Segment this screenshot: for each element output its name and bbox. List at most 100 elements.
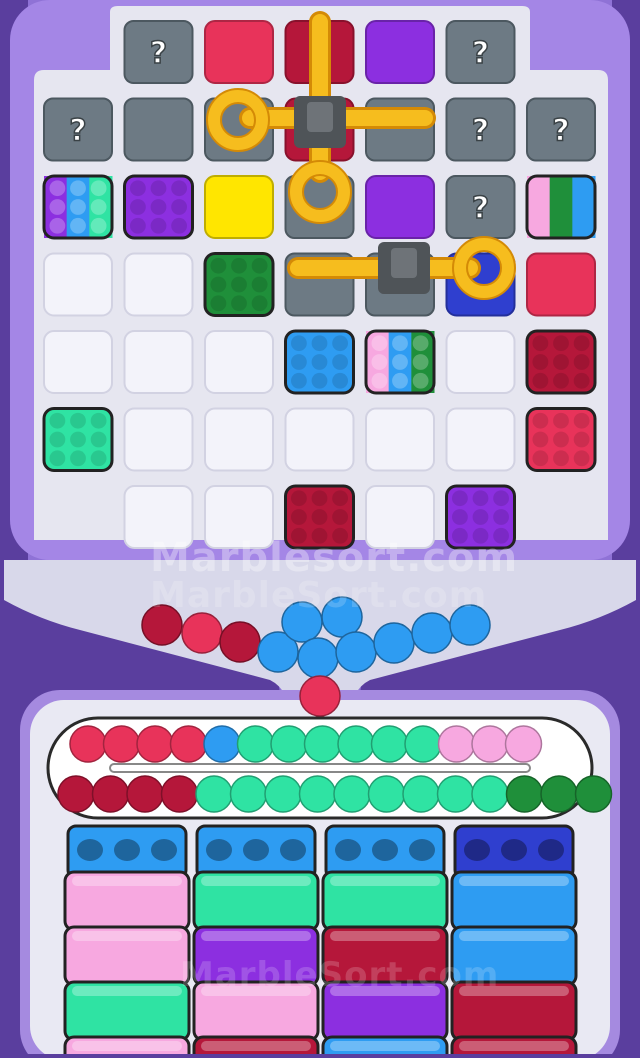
- tile-hidden-r0c1[interactable]: ?: [123, 20, 194, 84]
- tile-multi-pink-blue-green-r4c4[interactable]: [364, 329, 436, 395]
- tile-marble: [291, 490, 307, 507]
- tile-purple-box-r6c5[interactable]: [445, 484, 516, 550]
- tile-marble: [130, 217, 146, 234]
- container-hole: [280, 839, 306, 861]
- tile-multi-purple-blue-teal-r2c0[interactable]: [42, 174, 114, 240]
- container-hole: [464, 839, 490, 861]
- conveyor-marble-red: [69, 725, 107, 763]
- tile-marble: [231, 257, 247, 274]
- tile-teal-box-r5c0[interactable]: [42, 407, 114, 472]
- tile-marble: [90, 450, 107, 467]
- conveyor-marble-teal: [264, 775, 302, 813]
- tile-marble: [90, 180, 107, 197]
- tile-hidden-r1c5[interactable]: ?: [445, 97, 516, 162]
- tile-marble: [573, 431, 590, 448]
- red-block[interactable]: [526, 252, 596, 317]
- tile-red-plain-r0c2[interactable]: [204, 20, 274, 84]
- tile-hidden-r0c5[interactable]: ?: [445, 20, 516, 84]
- tile-yellow-plain-r2c2[interactable]: [204, 175, 274, 239]
- tile-marble: [573, 354, 590, 370]
- tile-marble: [452, 490, 468, 507]
- container-highlight: [72, 986, 182, 996]
- tile-marble: [70, 217, 86, 234]
- tile-marble: [291, 354, 307, 370]
- container-highlight: [201, 1041, 311, 1051]
- yellow-block[interactable]: [204, 175, 274, 239]
- conveyor-marble-green: [540, 775, 578, 813]
- conveyor-marble-teal: [337, 725, 375, 763]
- tile-red-box-r5c6[interactable]: [525, 407, 597, 472]
- container-column-3[interactable]: [321, 824, 449, 1058]
- tile-marble: [49, 199, 66, 215]
- tile-marble: [130, 180, 146, 197]
- tile-purple-plain-r0c4[interactable]: [365, 20, 435, 84]
- conveyor-marble-teal: [333, 775, 371, 813]
- tile-marble: [553, 354, 569, 370]
- tile-marble: [171, 217, 187, 234]
- tile-hidden-r1c6[interactable]: ?: [526, 97, 596, 162]
- tile-marble: [332, 372, 348, 389]
- tile-marble: [553, 372, 569, 389]
- container-column-1[interactable]: [63, 824, 191, 1058]
- container-hole: [151, 839, 177, 861]
- tile-hidden-r2c5[interactable]: ?: [445, 175, 516, 239]
- tile-empty-r4c2: [204, 330, 274, 394]
- purple-block[interactable]: [365, 20, 435, 84]
- tile-multi-pink-green-blue-r2c6[interactable]: [525, 174, 597, 240]
- pin-anchor-0: [294, 96, 346, 148]
- tile-marble: [573, 335, 590, 352]
- gray-plain-block[interactable]: [123, 97, 194, 162]
- empty-slot: [204, 485, 274, 549]
- game-scene: ??????: [0, 0, 640, 1058]
- container-highlight: [330, 931, 440, 941]
- container-highlight: [459, 1041, 569, 1051]
- tile-marble: [150, 180, 167, 197]
- container-highlight: [72, 876, 182, 886]
- hopper-marble-blue: [373, 622, 415, 664]
- conveyor-marble-teal: [270, 725, 308, 763]
- tile-purple-plain-r2c4[interactable]: [365, 175, 435, 239]
- container-column-4[interactable]: [450, 824, 578, 1058]
- container-highlight: [201, 931, 311, 941]
- purple-block[interactable]: [365, 175, 435, 239]
- tile-green-box-r3c2[interactable]: [203, 252, 275, 317]
- tile-marble: [150, 217, 167, 234]
- tile-marble: [171, 199, 187, 215]
- tile-marble: [311, 372, 328, 389]
- red-block[interactable]: [204, 20, 274, 84]
- container-column-2[interactable]: [192, 824, 320, 1058]
- tile-empty-r5c3: [284, 407, 355, 472]
- tile-empty-r4c0: [43, 330, 113, 394]
- tile-crimson-box-r6c3[interactable]: [284, 484, 355, 550]
- tile-marble: [311, 490, 328, 507]
- tile-crimson-box-r4c6[interactable]: [525, 329, 597, 395]
- tile-marble: [49, 412, 66, 429]
- container-highlight: [201, 986, 311, 996]
- question-mark-icon: ?: [472, 36, 489, 71]
- container-hole: [372, 839, 398, 861]
- tile-marble: [210, 295, 227, 312]
- empty-slot: [43, 330, 113, 394]
- tile-marble: [70, 199, 86, 215]
- empty-slot: [445, 330, 516, 394]
- conveyor-marble-teal: [236, 725, 275, 763]
- tile-blue-box-r4c3[interactable]: [284, 329, 355, 395]
- container-hole: [114, 839, 140, 861]
- tile-hidden-r1c0[interactable]: ?: [43, 97, 113, 162]
- empty-slot: [365, 485, 435, 549]
- tile-empty-r5c4: [365, 407, 435, 472]
- tile-gray-plain-r1c1[interactable]: [123, 97, 194, 162]
- question-mark-icon: ?: [552, 114, 569, 149]
- tile-red-plain-r3c6[interactable]: [526, 252, 596, 317]
- tile-marble: [532, 412, 549, 429]
- conveyor-marble-teal: [367, 775, 406, 813]
- tile-marble: [70, 412, 86, 429]
- tile-marble: [291, 372, 307, 389]
- question-mark-icon: ?: [69, 114, 86, 149]
- tile-purple-box-r2c1[interactable]: [123, 174, 194, 240]
- empty-slot: [365, 407, 435, 472]
- tile-marble: [392, 354, 408, 370]
- tile-marble: [532, 354, 549, 370]
- tile-marble: [251, 257, 268, 274]
- tile-marble: [371, 354, 388, 370]
